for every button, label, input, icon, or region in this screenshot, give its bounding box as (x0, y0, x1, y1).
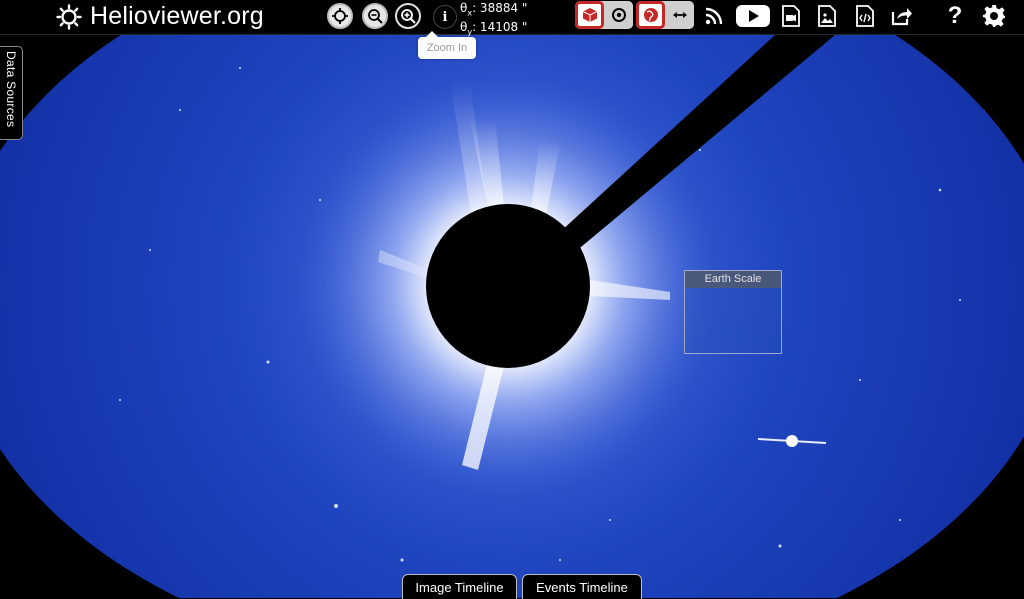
screenshot-icon (818, 5, 836, 27)
share-button[interactable] (889, 3, 915, 29)
gear-icon (983, 5, 1005, 27)
target-icon (611, 8, 626, 22)
coordinate-readout: θx: 38884 " θy: 14108 " (460, 1, 527, 40)
scale-bar-button[interactable] (665, 1, 694, 29)
globe-icon (643, 8, 658, 22)
zoom-in-icon (401, 9, 416, 24)
arrow-horizontal-icon (672, 12, 687, 18)
earth-scale-overlay[interactable]: Earth Scale (684, 270, 782, 354)
screenshot-button[interactable] (814, 3, 840, 29)
site-title: Helioviewer.org (90, 2, 264, 30)
site-logo[interactable]: Helioviewer.org (56, 2, 264, 31)
view-3d-button[interactable] (575, 1, 604, 29)
zoom-in-tooltip: Zoom In (418, 31, 476, 59)
settings-button[interactable] (981, 3, 1007, 29)
crosshair-icon (332, 8, 348, 24)
zoom-out-icon (368, 9, 383, 24)
rss-button[interactable] (701, 3, 727, 29)
scale-toggle[interactable] (636, 1, 694, 29)
view-2d-button[interactable] (604, 1, 633, 29)
youtube-button[interactable] (736, 3, 770, 29)
info-button[interactable]: i (433, 5, 457, 29)
rss-icon (705, 7, 723, 25)
image-timeline-tab[interactable]: Image Timeline (402, 574, 517, 599)
earth-scale-button[interactable] (636, 1, 665, 29)
sun-logo-icon (56, 3, 82, 30)
zoom-out-button[interactable] (362, 3, 388, 29)
movie-icon (782, 5, 800, 27)
movie-button[interactable] (778, 3, 804, 29)
youtube-icon (736, 5, 770, 27)
solar-image-viewport[interactable] (0, 0, 1024, 598)
share-icon (891, 8, 912, 26)
projection-toggle[interactable] (575, 1, 633, 29)
data-sources-label: Data Sources (4, 51, 18, 128)
events-timeline-tab[interactable]: Events Timeline (522, 574, 642, 599)
embed-button[interactable] (852, 3, 878, 29)
center-view-button[interactable] (327, 3, 353, 29)
lasco-c3-coronagraph-image[interactable] (0, 0, 1024, 598)
data-sources-tab[interactable]: Data Sources (0, 46, 23, 140)
top-toolbar: Helioviewer.org i θx: 38884 " θy: 14108 … (0, 0, 1024, 37)
cube-icon (582, 8, 597, 22)
theta-x-value: : 38884 " (472, 1, 528, 15)
earth-scale-label: Earth Scale (685, 271, 781, 288)
help-button[interactable]: ? (942, 2, 968, 29)
zoom-in-button[interactable] (395, 3, 421, 29)
embed-icon (856, 5, 874, 27)
theta-y-value: : 14108 " (472, 20, 528, 35)
